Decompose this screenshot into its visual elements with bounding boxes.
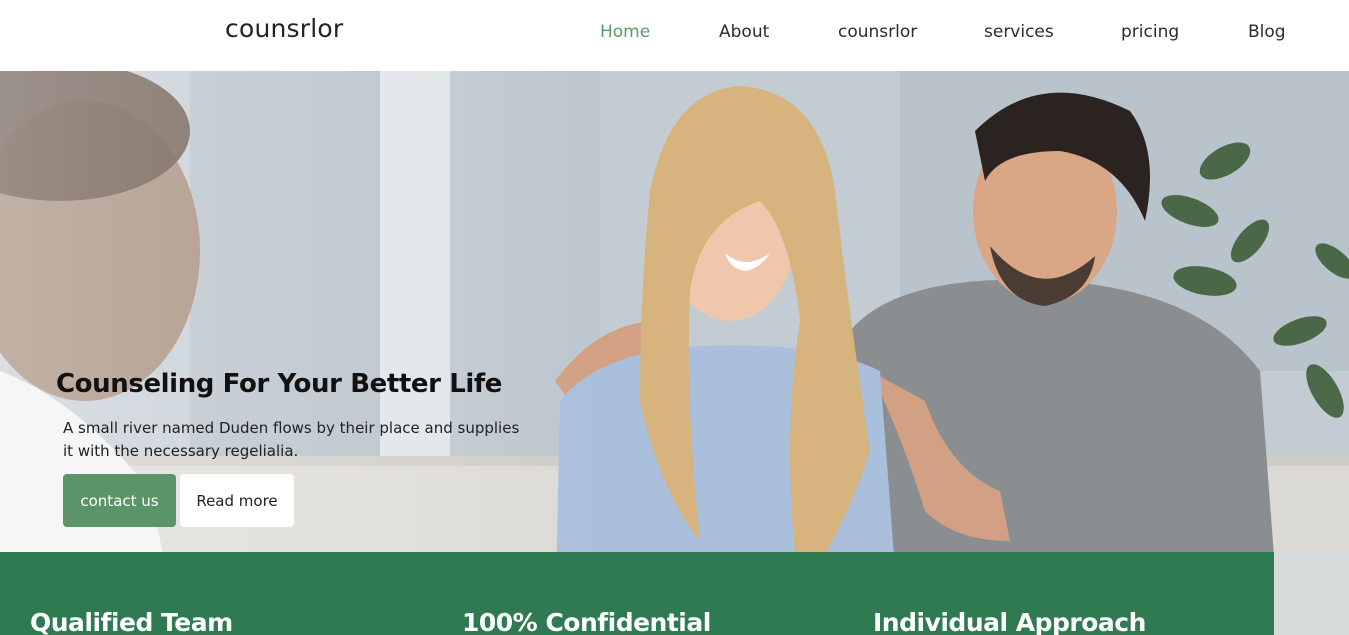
- feature-title-individual-approach: Individual Approach: [873, 608, 1146, 635]
- nav-link-about[interactable]: About: [719, 22, 769, 42]
- hero-section: Counseling For Your Better Life A small …: [0, 71, 1349, 635]
- nav-link-counsrlor[interactable]: counsrlor: [838, 22, 917, 42]
- hero-couch-edge: [1274, 552, 1349, 635]
- nav-link-services[interactable]: services: [984, 22, 1054, 42]
- nav-link-home[interactable]: Home: [600, 22, 650, 42]
- read-more-button[interactable]: Read more: [180, 474, 294, 527]
- feature-title-qualified-team: Qualified Team: [30, 608, 233, 635]
- feature-title-confidential: 100% Confidential: [462, 608, 711, 635]
- hero-overlay: [0, 71, 600, 635]
- hero-title: Counseling For Your Better Life: [56, 369, 503, 399]
- contact-us-button[interactable]: contact us: [63, 474, 176, 527]
- features-band: Qualified Team 100% Confidential Individ…: [0, 552, 1274, 635]
- hero-description: A small river named Duden flows by their…: [63, 419, 520, 460]
- nav-link-blog[interactable]: Blog: [1248, 22, 1286, 42]
- navbar: counsrlor Home About counsrlor services …: [0, 0, 1349, 71]
- brand-logo[interactable]: counsrlor: [225, 14, 343, 43]
- nav-link-pricing[interactable]: pricing: [1121, 22, 1179, 42]
